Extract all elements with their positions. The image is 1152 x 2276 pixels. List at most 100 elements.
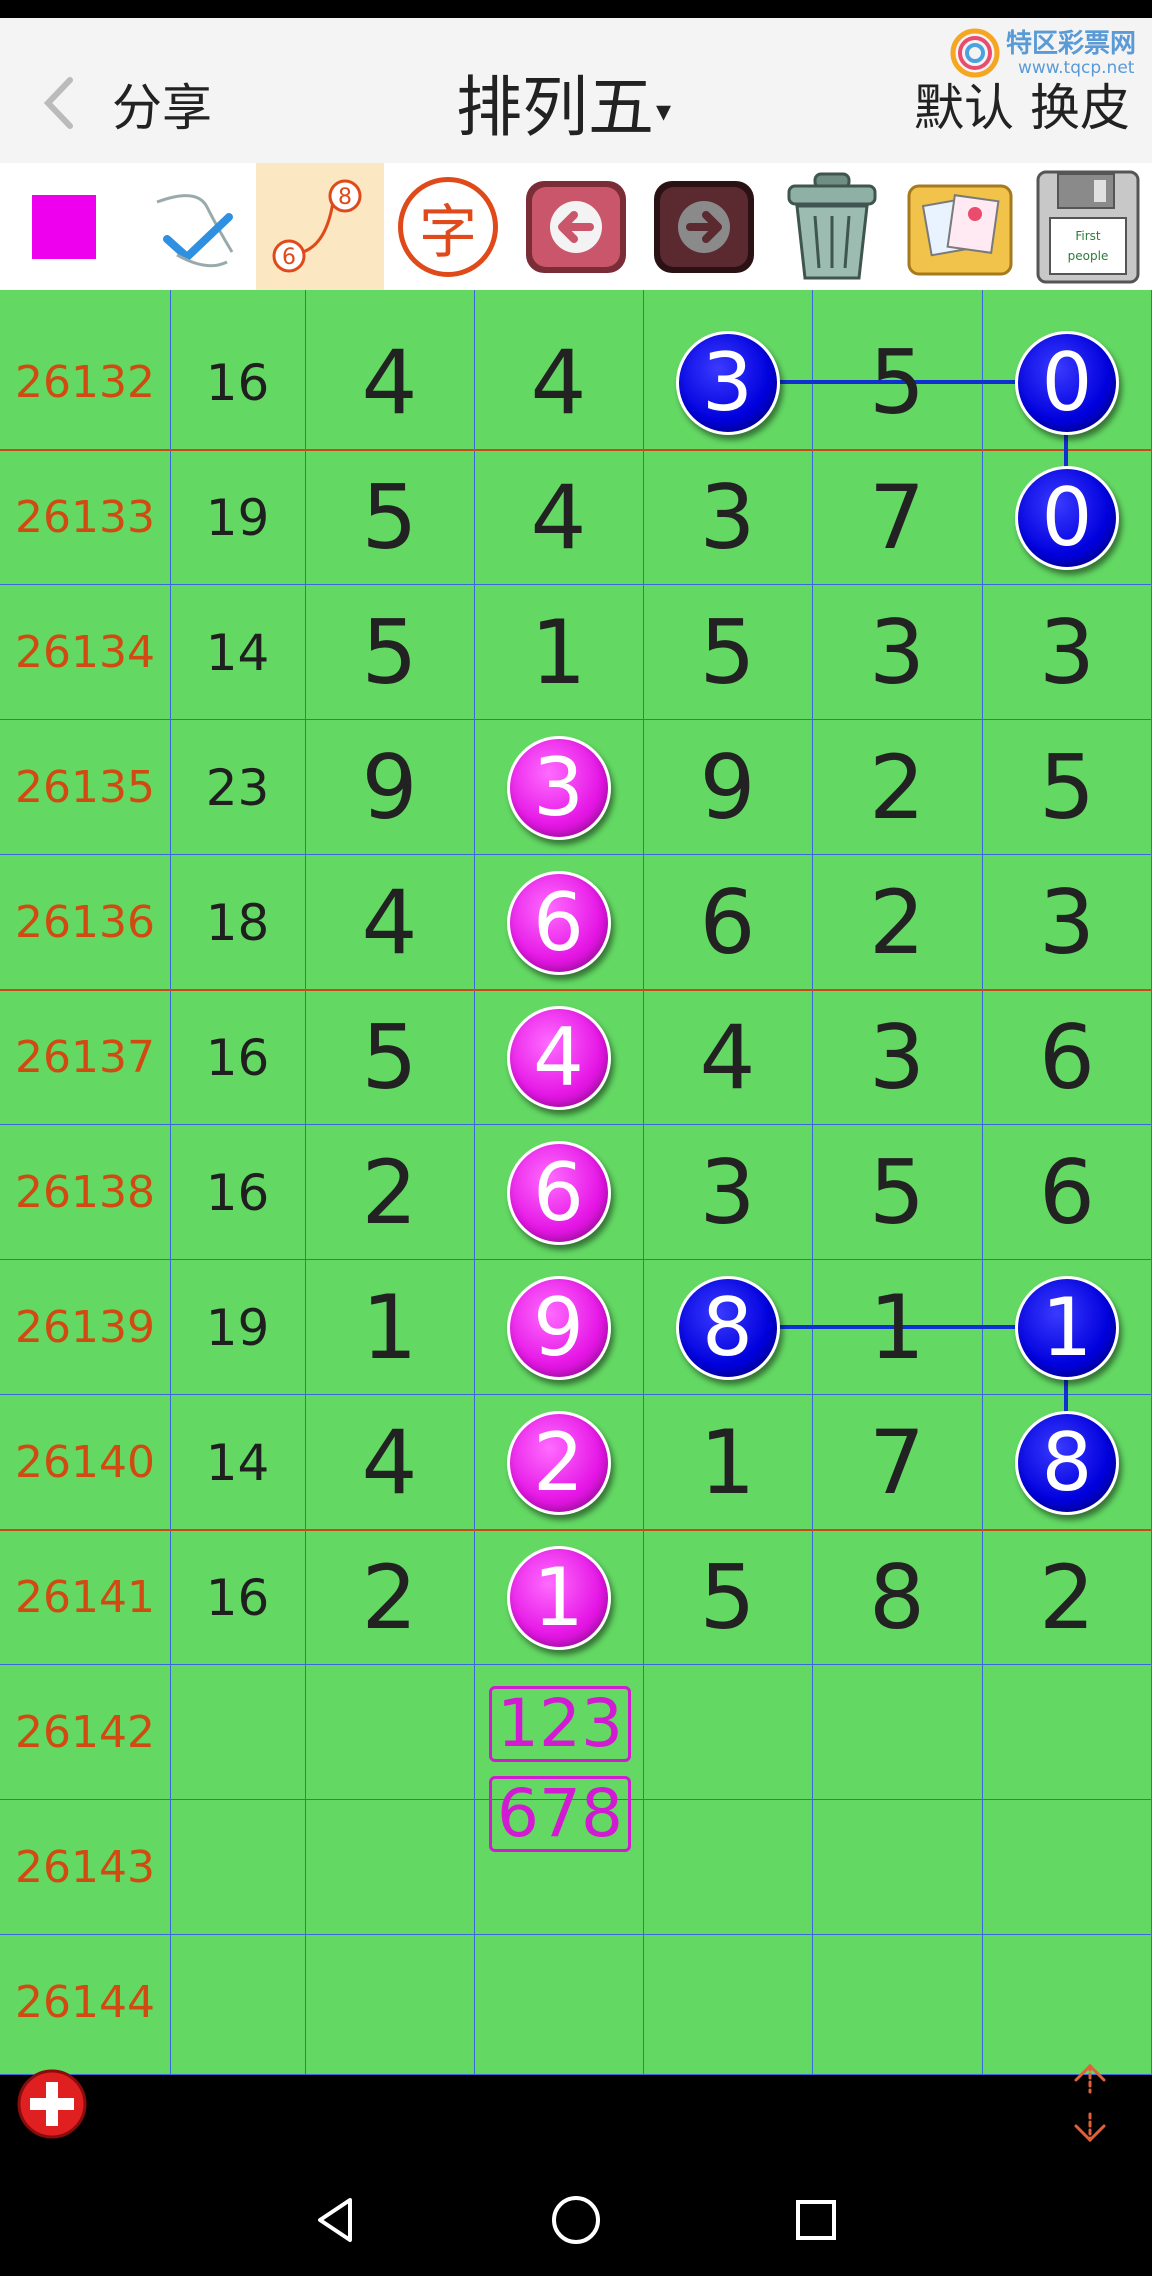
dropdown-caret-icon: ▾ (656, 93, 672, 129)
digit-cell[interactable]: 1 (643, 1395, 812, 1530)
digit-cell[interactable]: 2 (305, 1125, 474, 1260)
add-row-button[interactable] (16, 2068, 88, 2140)
digit: 5 (361, 466, 418, 569)
digit: 4 (530, 466, 587, 569)
digit-cell[interactable]: 1 (982, 1260, 1152, 1395)
change-skin-button[interactable]: 换皮 (1030, 79, 1130, 137)
share-button[interactable]: 分享 (112, 63, 212, 153)
album-tool[interactable] (896, 163, 1024, 290)
lottery-type-dropdown[interactable]: 排列五▾ (456, 58, 671, 162)
default-button[interactable]: 默认 (914, 79, 1014, 137)
digit-cell[interactable]: 2 (982, 1530, 1152, 1665)
prediction-box[interactable]: 123 (489, 1686, 631, 1762)
nav-recents-button[interactable] (776, 2180, 856, 2260)
issue-number: 26137 (15, 1032, 155, 1083)
digit-cell[interactable]: 3 (812, 585, 982, 720)
digit-cell[interactable]: 4 (643, 990, 812, 1125)
digit-cell[interactable]: 3 (982, 855, 1152, 990)
digit-cell[interactable]: 6 (982, 990, 1152, 1125)
digit-cell[interactable]: 3 (812, 990, 982, 1125)
digit-cell[interactable]: 6 (982, 1125, 1152, 1260)
digit-cell[interactable]: 2 (305, 1530, 474, 1665)
digit-cell[interactable]: 5 (643, 585, 812, 720)
back-button[interactable] (30, 58, 90, 148)
digit-cell[interactable]: 3 (982, 585, 1152, 720)
nav-back-button[interactable] (296, 2180, 376, 2260)
sum-value: 14 (205, 623, 270, 682)
digit-cell[interactable]: 1 (305, 1260, 474, 1395)
digit-cell[interactable]: 8 (812, 1530, 982, 1665)
digit-cell[interactable]: 9 (305, 720, 474, 855)
color-picker-tool[interactable] (0, 163, 128, 290)
digit-cell[interactable]: 3 (474, 720, 643, 855)
swirl-logo-icon (950, 28, 1000, 78)
digit-cell[interactable]: 7 (812, 450, 982, 585)
scroll-toggle-button[interactable] (1062, 2058, 1118, 2148)
digit-cell[interactable]: 3 (643, 450, 812, 585)
pen-check-icon (156, 193, 234, 267)
digit-cell[interactable]: 8 (643, 1260, 812, 1395)
draw-row: 26133 19 5 4 3 7 0 (0, 450, 1152, 585)
digit-cell[interactable]: 3 (643, 315, 812, 450)
pen-tool[interactable] (128, 163, 256, 290)
digit-cell[interactable]: 9 (474, 1260, 643, 1395)
digit: 5 (1039, 736, 1095, 839)
digit-cell[interactable]: 5 (305, 585, 474, 720)
digit: 7 (869, 466, 925, 569)
digit-cell[interactable]: 4 (474, 315, 643, 450)
nav-home-button[interactable] (536, 2180, 616, 2260)
digit-cell[interactable]: 0 (982, 315, 1152, 450)
digit-cell[interactable]: 1 (474, 585, 643, 720)
digit-cell[interactable]: 4 (305, 315, 474, 450)
prediction-box[interactable]: 678 (489, 1776, 631, 1852)
clear-tool[interactable] (768, 163, 896, 290)
digit-cell[interactable]: 5 (812, 1125, 982, 1260)
text-tool[interactable]: 字 (384, 163, 512, 290)
digit-cell[interactable]: 4 (305, 1395, 474, 1530)
digit-cell[interactable]: 2 (812, 855, 982, 990)
digit: 2 (361, 1141, 418, 1244)
digit-cell[interactable]: 1 (474, 1530, 643, 1665)
draw-row: 26132 16 4 4 3 5 0 (0, 315, 1152, 450)
undo-tool[interactable] (512, 163, 640, 290)
svg-text:people: people (1068, 249, 1109, 263)
digit-cell[interactable]: 5 (305, 990, 474, 1125)
save-tool[interactable]: First people (1024, 163, 1152, 290)
marked-ball-pink: 3 (506, 735, 611, 840)
connect-line-tool[interactable]: 8 6 (256, 163, 384, 290)
digit-cell[interactable]: 9 (643, 720, 812, 855)
trend-grid: 26132 16 4 4 3 5 0 26133 19 5 4 3 7 0 26… (0, 290, 1152, 2075)
marked-ball-blue: 0 (1015, 330, 1119, 435)
digit-cell[interactable]: 8 (982, 1395, 1152, 1530)
chevron-left-icon (43, 77, 73, 129)
draw-row: 26140 14 4 2 1 7 8 (0, 1395, 1152, 1530)
digit-cell[interactable]: 1 (812, 1260, 982, 1395)
marked-ball-blue: 0 (1015, 465, 1119, 570)
digit: 5 (361, 601, 418, 704)
digit-cell[interactable]: 6 (474, 1125, 643, 1260)
digit-cell[interactable]: 6 (474, 855, 643, 990)
issue-number: 26138 (15, 1167, 155, 1218)
draw-row: 26139 19 1 9 8 1 1 (0, 1260, 1152, 1395)
digit-cell[interactable]: 2 (474, 1395, 643, 1530)
redo-tool[interactable] (640, 163, 768, 290)
marked-ball-pink: 6 (506, 870, 611, 975)
digit-cell[interactable]: 5 (643, 1530, 812, 1665)
digit-cell[interactable]: 3 (643, 1125, 812, 1260)
digit-cell[interactable]: 2 (812, 720, 982, 855)
digit-cell[interactable]: 5 (812, 315, 982, 450)
digit-cell[interactable]: 7 (812, 1395, 982, 1530)
digit-cell[interactable]: 5 (982, 720, 1152, 855)
digit: 1 (530, 601, 587, 704)
digit-cell[interactable]: 4 (474, 450, 643, 585)
draw-row-empty: 26144 (0, 1935, 1152, 2070)
circle-home-icon (552, 2196, 600, 2244)
watermark-logo: 特区彩票网 www.tqcp.net (950, 28, 1150, 80)
digit-cell[interactable]: 5 (305, 450, 474, 585)
digit-cell[interactable]: 4 (305, 855, 474, 990)
draw-row: 26134 14 5 1 5 3 3 (0, 585, 1152, 720)
digit-cell[interactable]: 6 (643, 855, 812, 990)
digit: 3 (1039, 871, 1095, 974)
digit-cell[interactable]: 4 (474, 990, 643, 1125)
digit-cell[interactable]: 0 (982, 450, 1152, 585)
